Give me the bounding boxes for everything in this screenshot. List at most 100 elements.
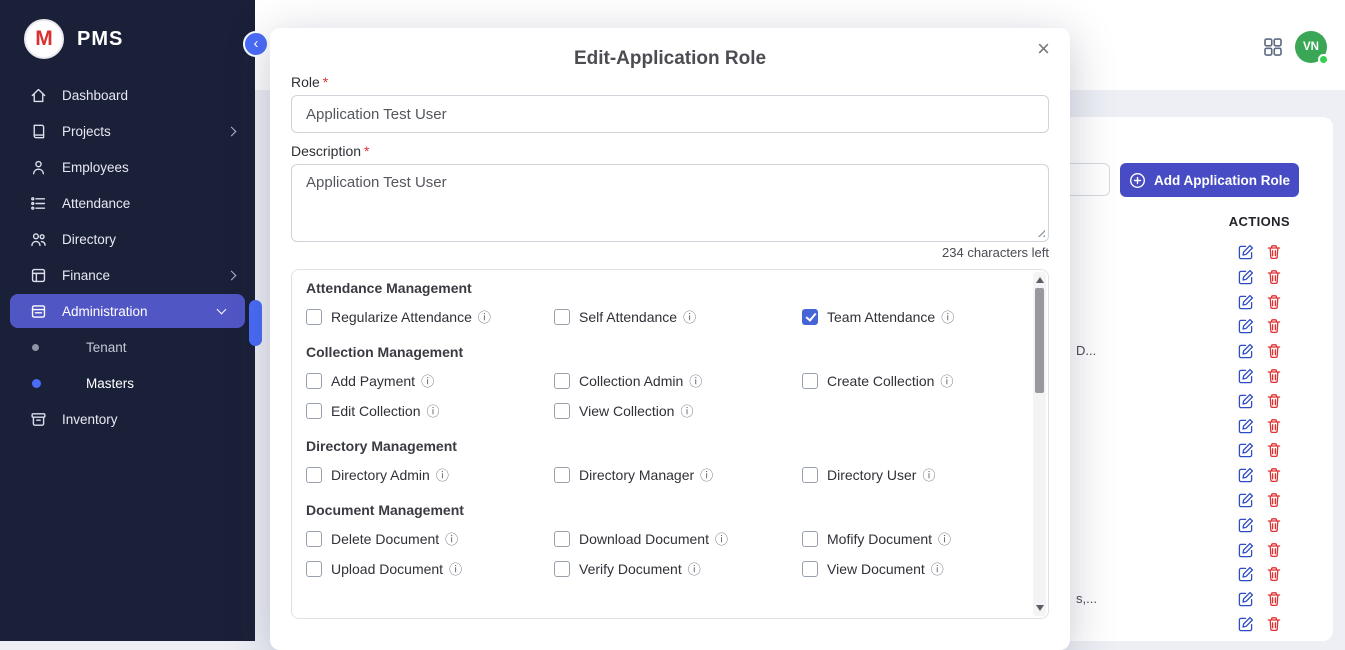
checkbox-verify-document[interactable] [554, 561, 570, 577]
checkbox-mofify-document[interactable] [802, 531, 818, 547]
edit-icon[interactable] [1238, 492, 1254, 508]
checkbox-regularize-attendance[interactable] [306, 309, 322, 325]
delete-icon[interactable] [1266, 343, 1282, 359]
info-icon[interactable]: ⓘ [941, 311, 954, 324]
checkbox-directory-manager[interactable] [554, 467, 570, 483]
permission-label: Directory User [827, 467, 916, 483]
add-application-role-button[interactable]: Add Application Role [1120, 163, 1299, 197]
checkbox-directory-admin[interactable] [306, 467, 322, 483]
delete-icon[interactable] [1266, 616, 1282, 632]
checkbox-add-payment[interactable] [306, 373, 322, 389]
sidebar-item-administration[interactable]: Administration [10, 294, 245, 328]
delete-icon[interactable] [1266, 517, 1282, 533]
info-icon[interactable]: ⓘ [922, 469, 935, 482]
checkbox-delete-document[interactable] [306, 531, 322, 547]
sidebar-item-projects[interactable]: Projects [0, 113, 255, 149]
delete-icon[interactable] [1266, 269, 1282, 285]
edit-icon[interactable] [1238, 616, 1254, 632]
checkbox-directory-user[interactable] [802, 467, 818, 483]
avatar[interactable]: VN [1295, 31, 1327, 63]
edit-icon[interactable] [1238, 368, 1254, 384]
sidebar-item-employees[interactable]: Employees [0, 149, 255, 185]
info-icon[interactable]: ⓘ [449, 563, 462, 576]
checkbox-download-document[interactable] [554, 531, 570, 547]
edit-icon[interactable] [1238, 591, 1254, 607]
edit-icon[interactable] [1238, 393, 1254, 409]
info-icon[interactable]: ⓘ [427, 405, 440, 418]
checkbox-team-attendance[interactable] [802, 309, 818, 325]
sidebar-item-inventory[interactable]: Inventory [0, 401, 255, 437]
delete-icon[interactable] [1266, 566, 1282, 582]
delete-icon[interactable] [1266, 368, 1282, 384]
role-input[interactable] [291, 95, 1049, 133]
checkbox-edit-collection[interactable] [306, 403, 322, 419]
delete-icon[interactable] [1266, 492, 1282, 508]
attendance-icon [30, 195, 47, 212]
edit-icon[interactable] [1238, 269, 1254, 285]
sidebar-subitem-masters[interactable]: Masters [0, 365, 255, 401]
info-icon[interactable]: ⓘ [436, 469, 449, 482]
table-row [1060, 389, 1330, 414]
info-icon[interactable]: ⓘ [931, 563, 944, 576]
info-icon[interactable]: ⓘ [445, 533, 458, 546]
edit-icon[interactable] [1238, 244, 1254, 260]
app-logo: M PMS [0, 0, 255, 71]
scrollbar-thumb[interactable] [1035, 288, 1044, 393]
permission-directory-admin: Directory Adminⓘ [306, 466, 554, 484]
permission-label: View Document [827, 561, 925, 577]
sidebar-subitem-label: Masters [86, 376, 134, 391]
apps-grid-icon[interactable] [1263, 37, 1283, 57]
edit-icon[interactable] [1238, 542, 1254, 558]
close-icon[interactable]: × [1033, 34, 1054, 64]
info-icon[interactable]: ⓘ [700, 469, 713, 482]
edit-icon[interactable] [1238, 517, 1254, 533]
info-icon[interactable]: ⓘ [683, 311, 696, 324]
checkbox-view-document[interactable] [802, 561, 818, 577]
info-icon[interactable]: ⓘ [680, 405, 693, 418]
info-icon[interactable]: ⓘ [940, 375, 953, 388]
checkbox-upload-document[interactable] [306, 561, 322, 577]
sidebar-item-label: Employees [62, 160, 129, 175]
edit-icon[interactable] [1238, 318, 1254, 334]
permission-label: View Collection [579, 403, 674, 419]
delete-icon[interactable] [1266, 318, 1282, 334]
sidebar-item-dashboard[interactable]: Dashboard [0, 77, 255, 113]
delete-icon[interactable] [1266, 294, 1282, 310]
sidebar-subitem-tenant[interactable]: Tenant [0, 329, 255, 365]
app-title: PMS [77, 28, 123, 51]
info-icon[interactable]: ⓘ [478, 311, 491, 324]
edit-icon[interactable] [1238, 467, 1254, 483]
permission-label: Delete Document [331, 531, 439, 547]
permission-create-collection: Create Collectionⓘ [802, 372, 1008, 390]
sidebar-subitem-label: Tenant [86, 340, 127, 355]
delete-icon[interactable] [1266, 542, 1282, 558]
info-icon[interactable]: ⓘ [688, 563, 701, 576]
info-icon[interactable]: ⓘ [938, 533, 951, 546]
sidebar-item-directory[interactable]: Directory [0, 221, 255, 257]
delete-icon[interactable] [1266, 393, 1282, 409]
info-icon[interactable]: ⓘ [421, 375, 434, 388]
sidebar-item-finance[interactable]: Finance [0, 257, 255, 293]
edit-icon[interactable] [1238, 294, 1254, 310]
delete-icon[interactable] [1266, 591, 1282, 607]
delete-icon[interactable] [1266, 418, 1282, 434]
delete-icon[interactable] [1266, 467, 1282, 483]
checkbox-create-collection[interactable] [802, 373, 818, 389]
edit-icon[interactable] [1238, 418, 1254, 434]
info-icon[interactable]: ⓘ [715, 533, 728, 546]
edit-icon[interactable] [1238, 442, 1254, 458]
info-icon[interactable]: ⓘ [689, 375, 702, 388]
sidebar-item-attendance[interactable]: Attendance [0, 185, 255, 221]
scroll-up-icon[interactable] [1036, 277, 1044, 283]
edit-icon[interactable] [1238, 566, 1254, 582]
scrollbar[interactable] [1033, 272, 1046, 616]
description-textarea[interactable]: Application Test User [291, 164, 1049, 242]
checkbox-self-attendance[interactable] [554, 309, 570, 325]
sidebar-collapse-button[interactable]: ‹ [243, 31, 269, 57]
delete-icon[interactable] [1266, 442, 1282, 458]
edit-icon[interactable] [1238, 343, 1254, 359]
checkbox-collection-admin[interactable] [554, 373, 570, 389]
scroll-down-icon[interactable] [1036, 605, 1044, 611]
delete-icon[interactable] [1266, 244, 1282, 260]
checkbox-view-collection[interactable] [554, 403, 570, 419]
